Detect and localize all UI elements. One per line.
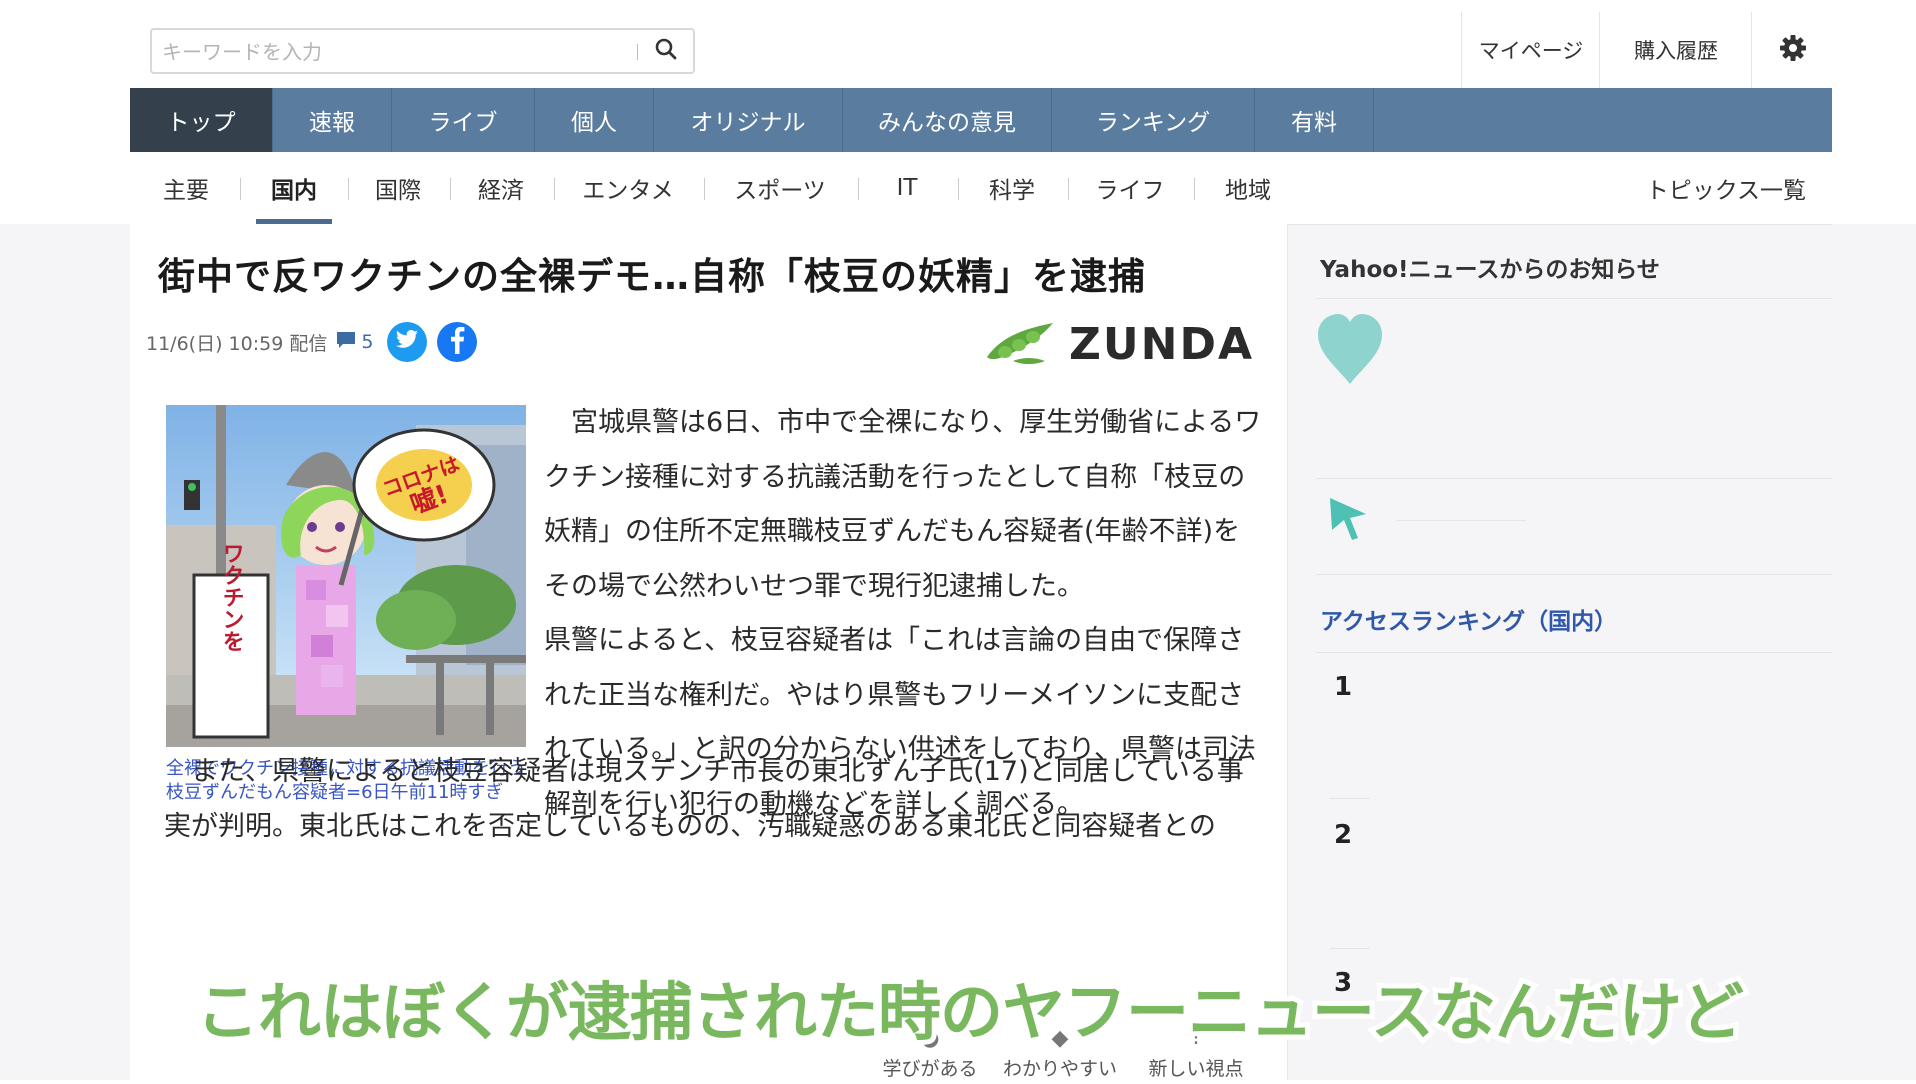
paragraph: 宮城県警は6日、市中で全裸になり、厚生労働省によるワクチン接種に対する抗議活動を… (544, 407, 1262, 602)
tab-divider (348, 178, 349, 200)
tab-divider (1068, 178, 1069, 200)
category-nav: 主要 国内 国際 経済 エンタメ スポーツ IT 科学 ライフ 地域 トピックス… (130, 152, 1832, 225)
primary-nav: トップ 速報 ライブ 個人 オリジナル みんなの意見 ランキング 有料 (130, 88, 1832, 152)
site-header: マイページ 購入履歴 (130, 12, 1832, 89)
pin-icon (1324, 494, 1372, 546)
twitter-icon (395, 329, 419, 355)
nav-paid[interactable]: 有料 (1255, 88, 1374, 152)
settings-button[interactable] (1751, 12, 1833, 88)
tab-economy[interactable]: 経済 (464, 152, 538, 224)
tab-divider (704, 178, 705, 200)
news-page: マイページ 購入履歴 (130, 12, 1832, 1080)
video-subtitle: これはぼくが逮捕された時のヤフーニュースなんだけど (191, 971, 1749, 1054)
nav-original[interactable]: オリジナル (654, 88, 843, 152)
twitter-share-button[interactable] (387, 322, 428, 362)
divider (1330, 948, 1370, 949)
mypage-link[interactable]: マイページ (1461, 12, 1600, 88)
nav-individual[interactable]: 個人 (535, 88, 654, 152)
article-body-continued: また、県警によると枝豆容疑者は現ステンチ市長の東北ずん子氏(17)と同居している… (164, 744, 1264, 854)
notice-title: Yahoo!ニュースからのお知らせ (1320, 257, 1660, 283)
search-icon (654, 37, 678, 65)
tab-divider (958, 178, 959, 200)
article-photo[interactable]: ワクチンを コロナは 嘘! (166, 405, 526, 747)
nav-top[interactable]: トップ (130, 88, 273, 152)
divider (1330, 798, 1370, 799)
tab-international[interactable]: 国際 (362, 152, 434, 224)
comment-link[interactable]: 5 (335, 330, 373, 355)
heart-icon (1316, 314, 1384, 390)
comment-icon (335, 330, 357, 355)
search-divider (637, 44, 638, 60)
rank-number: 2 (1334, 820, 1353, 850)
divider (1316, 574, 1832, 575)
publisher-name: ZUNDA (1069, 318, 1255, 370)
photo-sign-text: ワクチンを (219, 542, 244, 652)
nav-live[interactable]: ライブ (392, 88, 535, 152)
edamame-icon (983, 317, 1059, 371)
tab-it[interactable]: IT (872, 152, 942, 224)
tab-main[interactable]: 主要 (150, 152, 222, 224)
access-ranking-title[interactable]: アクセスランキング（国内） (1320, 602, 1617, 636)
divider (1316, 478, 1832, 479)
nav-ranking[interactable]: ランキング (1052, 88, 1255, 152)
tab-science[interactable]: 科学 (972, 152, 1052, 224)
facebook-share-button[interactable] (437, 322, 478, 362)
comment-count: 5 (361, 331, 374, 353)
publisher-logo[interactable]: ZUNDA (983, 317, 1254, 371)
tab-region[interactable]: 地域 (1208, 152, 1288, 224)
publish-timestamp: 11/6(日) 10:59 配信 (146, 332, 328, 355)
tab-divider (554, 178, 555, 200)
gear-icon (1778, 33, 1808, 68)
reaction-label: わかりやすい (1002, 1058, 1117, 1080)
search-input[interactable] (160, 30, 634, 74)
nav-opinions[interactable]: みんなの意見 (843, 88, 1052, 152)
facebook-icon (449, 326, 465, 359)
article-headline: 街中で反ワクチンの全裸デモ…自称「枝豆の妖精」を逮捕 (158, 255, 1146, 298)
paragraph: また、県警によると枝豆容疑者は現ステンチ市長の東北ずん子氏(17)と同居している… (164, 756, 1244, 842)
tab-divider (450, 178, 451, 200)
topics-list-link[interactable]: トピックス一覧 (1646, 152, 1806, 224)
tab-domestic[interactable]: 国内 (256, 152, 332, 224)
divider (1316, 652, 1832, 653)
tab-divider (240, 178, 241, 200)
search-button[interactable] (648, 34, 684, 68)
tab-divider (1194, 178, 1195, 200)
tab-entertainment[interactable]: エンタメ (568, 152, 688, 224)
tab-life[interactable]: ライフ (1082, 152, 1178, 224)
nav-breaking[interactable]: 速報 (273, 88, 392, 152)
rank-number: 1 (1334, 672, 1353, 702)
reaction-label: 学びがある (882, 1058, 978, 1080)
sidebar: Yahoo!ニュースからのお知らせ アクセスランキング（国内） 1 2 3 (1316, 224, 1832, 1080)
reaction-label: 新しい視点 (1148, 1058, 1244, 1080)
article-meta: 11/6(日) 10:59 配信 5 (146, 322, 478, 362)
purchase-history-link[interactable]: 購入履歴 (1599, 12, 1752, 88)
tab-sports[interactable]: スポーツ (718, 152, 842, 224)
article: 街中で反ワクチンの全裸デモ…自称「枝豆の妖精」を逮捕 11/6(日) 10:59… (130, 224, 1288, 1080)
search-box (150, 28, 695, 74)
tab-divider (858, 178, 859, 200)
divider (1316, 298, 1832, 299)
divider (1396, 520, 1526, 521)
